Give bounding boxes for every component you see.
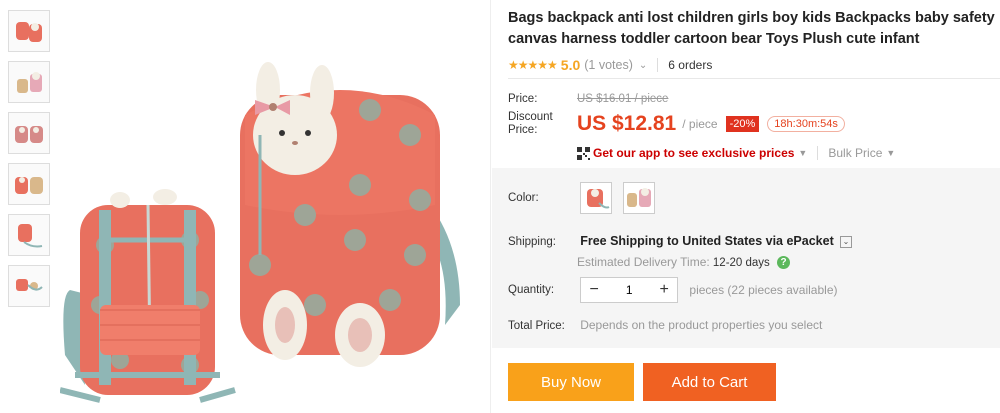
quantity-row: Quantity: − + pieces (22 pieces availabl… — [508, 277, 838, 303]
product-title: Bags backpack anti lost children girls b… — [508, 10, 995, 47]
shipping-label: Shipping: — [508, 236, 556, 248]
price-block: Price: US $16.01 / piece Discount Price:… — [508, 91, 1000, 160]
chevron-down-icon[interactable]: ⌄ — [639, 60, 647, 71]
chevron-down-icon[interactable]: ⌄ — [839, 235, 852, 248]
quantity-label: Quantity: — [508, 284, 555, 296]
thumbnail-1[interactable] — [8, 10, 50, 52]
delivery-row: Estimated Delivery Time: 12-20 days ? — [577, 255, 791, 270]
divider — [508, 78, 1000, 79]
color-swatch-2[interactable] — [623, 182, 656, 214]
votes-link[interactable]: (1 votes) — [584, 58, 633, 72]
thumbnail-3[interactable] — [8, 112, 50, 154]
color-label: Color: — [508, 192, 539, 204]
thumbnail-list — [8, 10, 52, 316]
app-promo-link[interactable]: Get our app to see exclusive prices — [593, 146, 794, 160]
countdown-timer: 18h:30m:54s — [767, 116, 845, 132]
divider — [657, 58, 659, 72]
buy-now-button[interactable]: Buy Now — [508, 363, 634, 401]
thumbnail-4[interactable] — [8, 163, 50, 205]
main-product-image — [60, 62, 460, 403]
delivery-time: 12-20 days — [712, 257, 770, 269]
thumbnail-2[interactable] — [8, 61, 50, 103]
help-icon[interactable]: ? — [777, 256, 791, 270]
caret-down-icon[interactable]: ▼ — [886, 148, 895, 158]
orders-count: 6 orders — [668, 58, 713, 72]
color-row: Color: — [508, 182, 663, 214]
thumbnail-6[interactable] — [8, 265, 50, 307]
total-price-note: Depends on the product properties you se… — [580, 318, 823, 332]
quantity-input[interactable] — [607, 282, 652, 298]
discount-price: US $12.81 — [577, 112, 677, 135]
color-swatch-1[interactable] — [580, 182, 613, 214]
price-label: Price: — [508, 93, 538, 105]
backpack-back-view — [60, 189, 236, 403]
bulk-price-link[interactable]: Bulk Price — [817, 146, 882, 160]
product-info: Bags backpack anti lost children girls b… — [508, 8, 998, 74]
discount-badge: -20% — [725, 116, 760, 132]
total-price-label: Total Price: — [508, 320, 565, 332]
increase-button[interactable]: + — [651, 281, 677, 299]
availability-text: pieces (22 pieces available) — [689, 283, 838, 297]
delivery-label: Estimated Delivery Time: — [577, 255, 710, 269]
original-price: US $16.01 / piece — [577, 93, 669, 105]
shipping-method[interactable]: Free Shipping to United States via ePack… — [580, 234, 834, 248]
thumbnail-5[interactable] — [8, 214, 50, 256]
add-to-cart-button[interactable]: Add to Cart — [643, 363, 776, 401]
column-divider — [490, 0, 491, 413]
rating-score: 5.0 — [560, 57, 581, 73]
rating-stars-icon: ★★★★★ — [508, 58, 558, 72]
backpack-front-view — [240, 62, 460, 367]
shipping-row: Shipping: Free Shipping to United States… — [508, 234, 852, 248]
qr-code-icon — [577, 146, 590, 160]
discount-price-label: Discount Price: — [508, 111, 553, 136]
total-row: Total Price: Depends on the product prop… — [508, 318, 822, 332]
quantity-stepper: − + — [580, 277, 679, 303]
price-unit: / piece — [682, 117, 718, 131]
rating-row: ★★★★★ 5.0 (1 votes) ⌄ 6 orders — [508, 56, 998, 74]
decrease-button[interactable]: − — [581, 281, 607, 299]
caret-down-icon[interactable]: ▼ — [798, 148, 807, 158]
